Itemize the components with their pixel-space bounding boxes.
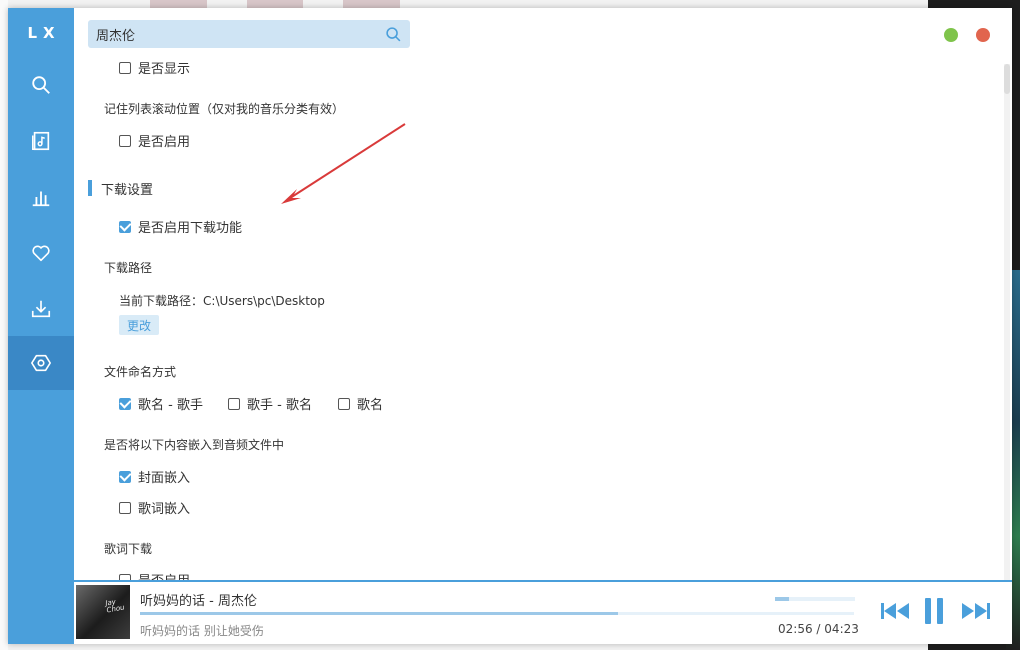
- checkbox-checked[interactable]: [119, 220, 131, 233]
- album-cover-lettering: Jay Chou: [104, 597, 126, 615]
- remember-scroll-title: 记住列表滚动位置（仅对我的音乐分类有效）: [104, 102, 345, 116]
- checkbox-label: 封面嵌入: [138, 471, 191, 486]
- checkbox[interactable]: [228, 397, 240, 410]
- progress-fill: [140, 612, 619, 615]
- desktop-background-left: [0, 0, 8, 650]
- checkbox-label: 歌名 - 歌手: [138, 398, 203, 413]
- volume-fill: [775, 597, 790, 601]
- embed-lyric-option[interactable]: 歌词嵌入: [119, 498, 190, 517]
- song-title: 听妈妈的话 - 周杰伦: [140, 594, 257, 609]
- player-bar: Jay Chou 听妈妈的话 - 周杰伦 听妈妈的话 别让她受伤 02:56 / …: [74, 580, 1012, 644]
- checkbox[interactable]: [338, 397, 350, 410]
- checkbox-label: 歌名: [357, 398, 384, 413]
- enable-download-option[interactable]: 是否启用下载功能: [119, 217, 242, 236]
- settings-icon: [31, 354, 51, 372]
- current-lyric: 听妈妈的话 别让她受伤: [140, 624, 264, 638]
- download-section-title: 下载设置: [88, 180, 154, 198]
- total-time: 04:23: [824, 622, 859, 636]
- desktop-thumbnails: [150, 0, 401, 8]
- remember-scroll-option[interactable]: 是否启用: [119, 131, 190, 150]
- download-icon: [31, 300, 51, 318]
- checkbox-label: 歌词嵌入: [138, 502, 191, 517]
- scrollbar-track[interactable]: [1004, 64, 1010, 582]
- checkbox[interactable]: [119, 134, 131, 147]
- next-icon: [962, 603, 990, 619]
- pause-button[interactable]: [921, 596, 947, 626]
- download-path-current: 当前下载路径： C:\Users\pc\Desktop: [119, 292, 325, 309]
- section-marker: [88, 180, 92, 196]
- checkbox[interactable]: [119, 61, 131, 74]
- close-button[interactable]: [976, 28, 990, 42]
- embed-title: 是否将以下内容嵌入到音频文件中: [104, 438, 285, 452]
- search-bar[interactable]: [88, 20, 410, 48]
- time-separator: /: [816, 622, 821, 636]
- nav-song-list[interactable]: [8, 114, 74, 168]
- nav-favorites[interactable]: [8, 226, 74, 280]
- volume-bar[interactable]: [775, 597, 855, 601]
- pause-icon: [925, 598, 943, 624]
- checkbox[interactable]: [119, 501, 131, 514]
- nav-download[interactable]: [8, 282, 74, 336]
- naming-option-song-singer[interactable]: 歌名 - 歌手: [119, 394, 203, 413]
- section-title-text: 下载设置: [101, 182, 154, 198]
- search-icon[interactable]: [385, 26, 402, 43]
- download-path-value: C:\Users\pc\Desktop: [203, 293, 325, 308]
- settings-panel: 是否显示 记住列表滚动位置（仅对我的音乐分类有效） 是否启用 下载设置 是否启用…: [74, 8, 1012, 582]
- file-naming-title: 文件命名方式: [104, 365, 177, 379]
- checkbox-checked[interactable]: [119, 470, 131, 483]
- previous-icon: [881, 603, 909, 619]
- search-icon: [32, 76, 50, 94]
- app-logo: LX: [27, 24, 61, 42]
- embed-cover-option[interactable]: 封面嵌入: [119, 467, 190, 486]
- minimize-button[interactable]: [944, 28, 958, 42]
- checkbox-label: 是否启用下载功能: [138, 221, 243, 236]
- change-path-button[interactable]: 更改: [119, 315, 159, 335]
- app-window: LX 是否显示 记住列表滚动位置（仅对我的音乐分类有效: [8, 8, 1012, 644]
- next-button[interactable]: [960, 596, 992, 626]
- download-path-title: 下载路径: [104, 261, 153, 275]
- progress-bar[interactable]: [140, 612, 854, 615]
- naming-option-singer-song[interactable]: 歌手 - 歌名: [228, 394, 312, 413]
- search-input[interactable]: [96, 26, 376, 42]
- checkbox-label: 歌手 - 歌名: [247, 398, 312, 413]
- heart-icon: [32, 245, 50, 262]
- nav-settings[interactable]: [8, 336, 74, 390]
- naming-option-song[interactable]: 歌名: [338, 394, 383, 413]
- checkbox-label: 是否启用: [138, 135, 191, 150]
- previous-button[interactable]: [879, 596, 911, 626]
- checkbox-label: 是否显示: [138, 62, 191, 77]
- annotation-arrow: [281, 123, 406, 204]
- nav-leaderboard[interactable]: [8, 170, 74, 224]
- song-list-icon: [32, 131, 50, 151]
- show-option[interactable]: 是否显示: [119, 58, 190, 77]
- checkbox-checked[interactable]: [119, 397, 131, 410]
- leaderboard-icon: [32, 191, 50, 207]
- album-cover[interactable]: Jay Chou: [76, 585, 130, 639]
- time-display: 02:56 / 04:23: [778, 622, 859, 636]
- nav-search[interactable]: [8, 58, 74, 112]
- download-path-prefix: 当前下载路径：: [119, 294, 204, 308]
- scrollbar-thumb[interactable]: [1004, 64, 1010, 94]
- current-time: 02:56: [778, 622, 813, 636]
- sidebar: LX: [8, 8, 74, 644]
- lyric-download-title: 歌词下载: [104, 542, 153, 556]
